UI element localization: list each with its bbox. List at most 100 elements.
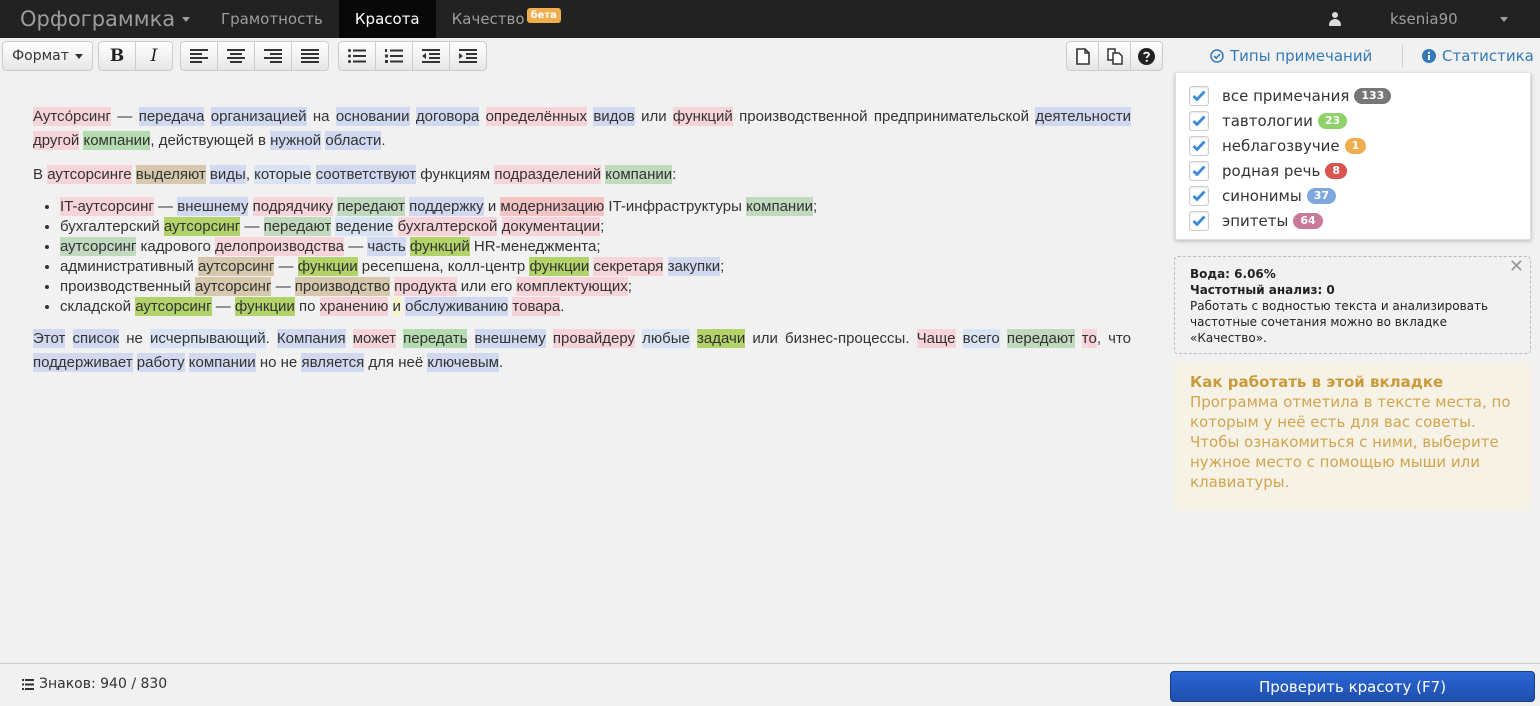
highlighted-word[interactable]: секретаря [593, 257, 664, 276]
highlighted-word[interactable]: ведение [335, 217, 394, 236]
highlighted-word[interactable]: Чаще [916, 329, 956, 348]
highlighted-word[interactable]: аутсорсинг [163, 217, 241, 236]
new-document-button[interactable] [1066, 41, 1099, 71]
highlighted-word[interactable]: определённых [485, 107, 587, 126]
note-type-row[interactable]: тавтологии 23 [1176, 108, 1530, 133]
highlighted-word[interactable]: деятельности [1035, 107, 1132, 126]
highlighted-word[interactable]: функций [672, 107, 733, 126]
highlighted-word[interactable]: исчерпывающий [150, 329, 266, 348]
highlighted-word[interactable]: передают [1006, 329, 1075, 348]
highlighted-word[interactable]: закупки [667, 257, 721, 276]
indent-button[interactable] [449, 41, 487, 71]
text-editor[interactable]: Аутсо́рсинг — передача организацией на о… [0, 73, 1166, 663]
highlighted-word[interactable]: список [72, 329, 120, 348]
highlighted-word[interactable]: модернизацию [500, 197, 605, 216]
note-type-row[interactable]: неблагозвучие 1 [1176, 133, 1530, 158]
numbered-list-button[interactable] [375, 41, 413, 71]
highlighted-word[interactable]: продукта [394, 277, 457, 296]
align-justify-button[interactable] [291, 41, 329, 71]
tab-note-types[interactable]: Типы примечаний [1210, 47, 1372, 65]
brand-menu[interactable]: Орфограммка [0, 7, 205, 31]
bold-button[interactable]: B [98, 41, 136, 71]
highlighted-word[interactable]: компании [188, 353, 256, 372]
bullet-list-button[interactable] [338, 41, 376, 71]
highlighted-word[interactable]: аутсорсинге [47, 165, 132, 184]
highlighted-word[interactable]: внешнему [177, 197, 249, 216]
highlighted-word[interactable]: аутсорсинг [195, 277, 272, 296]
note-type-row[interactable]: синонимы 37 [1176, 183, 1530, 208]
highlighted-word[interactable]: внешнему [474, 329, 546, 348]
highlighted-word[interactable]: нужной [270, 131, 322, 150]
highlighted-word[interactable]: функций [409, 237, 470, 256]
highlighted-word[interactable]: компании [605, 165, 673, 184]
tab-statistics[interactable]: Статистика [1422, 47, 1534, 65]
highlighted-word[interactable]: провайдеру [552, 329, 636, 348]
highlighted-word[interactable]: производство [294, 277, 390, 296]
note-checkbox[interactable] [1189, 85, 1209, 106]
note-type-row[interactable]: все примечания 133 [1176, 83, 1530, 108]
highlighted-word[interactable]: подразделений [494, 165, 602, 184]
highlighted-word[interactable]: виды [209, 165, 246, 184]
highlighted-word[interactable]: обслуживанию [405, 297, 509, 316]
note-checkbox[interactable] [1189, 185, 1209, 206]
highlighted-word[interactable]: которые [254, 165, 312, 184]
highlighted-word[interactable]: документации [501, 217, 601, 236]
highlighted-word[interactable]: комплектующих [516, 277, 628, 296]
highlighted-word[interactable]: часть [367, 237, 406, 256]
highlighted-word[interactable]: поддерживает [33, 353, 133, 372]
tab-quality[interactable]: Качество бета [436, 0, 577, 38]
highlighted-word[interactable]: аутсорсинг [60, 237, 137, 256]
highlighted-word[interactable]: передают [263, 217, 332, 236]
highlighted-word[interactable]: бухгалтерской [397, 217, 498, 236]
italic-button[interactable]: I [135, 41, 173, 71]
highlighted-word[interactable]: ключевым [427, 353, 499, 372]
highlighted-word[interactable]: функции [529, 257, 590, 276]
highlighted-word[interactable]: любые [642, 329, 690, 348]
highlighted-word[interactable]: функции [234, 297, 295, 316]
highlighted-word[interactable]: Компания [276, 329, 346, 348]
align-right-button[interactable] [254, 41, 292, 71]
note-checkbox[interactable] [1189, 110, 1209, 131]
highlighted-word[interactable]: компании [746, 197, 813, 216]
highlighted-word[interactable]: хранению [319, 297, 389, 316]
highlighted-word[interactable]: функции [297, 257, 358, 276]
outdent-button[interactable] [412, 41, 450, 71]
highlighted-word[interactable]: IT-аутсорсинг [60, 197, 154, 216]
highlighted-word[interactable]: аутсорсинг [135, 297, 212, 316]
highlighted-word[interactable]: может [352, 329, 396, 348]
highlighted-word[interactable]: подрядчику [252, 197, 334, 216]
note-checkbox[interactable] [1189, 160, 1209, 181]
highlighted-word[interactable]: Аутсо́рсинг [33, 107, 112, 126]
help-button[interactable] [1130, 41, 1163, 71]
highlighted-word[interactable]: организацией [210, 107, 307, 126]
note-type-row[interactable]: родная речь 8 [1176, 158, 1530, 183]
close-icon[interactable]: ✕ [1509, 258, 1524, 276]
highlighted-word[interactable]: основании [335, 107, 410, 126]
align-left-button[interactable] [180, 41, 218, 71]
note-type-row[interactable]: эпитеты 64 [1176, 208, 1530, 233]
tab-literacy[interactable]: Грамотность [205, 0, 339, 38]
tab-beauty[interactable]: Красота [338, 0, 436, 38]
highlighted-word[interactable]: то [1081, 329, 1097, 348]
highlighted-word[interactable]: работу [136, 353, 185, 372]
highlighted-word[interactable]: делопроизводства [215, 237, 345, 256]
highlighted-word[interactable]: товара [512, 297, 561, 316]
highlighted-word[interactable]: всего [962, 329, 1000, 348]
highlighted-word[interactable]: соответствуют [315, 165, 417, 184]
highlighted-word[interactable]: передать [403, 329, 468, 348]
format-button[interactable]: Формат [2, 41, 93, 71]
note-checkbox[interactable] [1189, 210, 1209, 231]
highlighted-word[interactable]: аутсорсинг [198, 257, 275, 276]
highlighted-word[interactable]: области [325, 131, 382, 150]
highlighted-word[interactable]: и [392, 297, 401, 316]
user-menu[interactable]: ksenia90 [1328, 0, 1540, 38]
highlighted-word[interactable]: передача [138, 107, 205, 126]
highlighted-word[interactable]: выделяют [135, 165, 206, 184]
copy-button[interactable] [1098, 41, 1131, 71]
highlighted-word[interactable]: другой [33, 131, 80, 150]
highlighted-word[interactable]: является [301, 353, 365, 372]
highlighted-word[interactable]: компании [83, 131, 151, 150]
highlighted-word[interactable]: видов [593, 107, 635, 126]
check-beauty-button[interactable]: Проверить красоту (F7) [1170, 671, 1535, 702]
highlighted-word[interactable]: договора [415, 107, 480, 126]
